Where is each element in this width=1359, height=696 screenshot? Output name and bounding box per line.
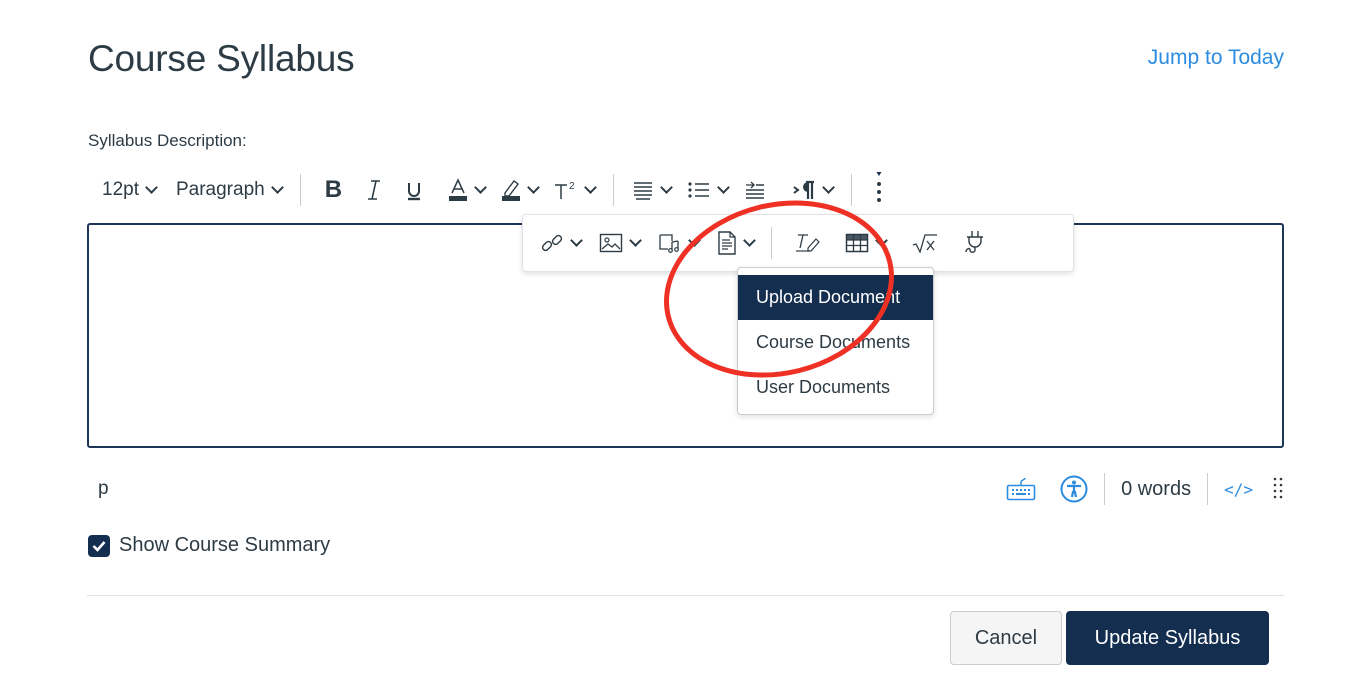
chevron-down-icon [527,181,540,194]
word-count: 0 words [1121,477,1192,500]
indent-icon [746,181,765,199]
block-format-dropdown[interactable]: Paragraph [170,172,288,208]
update-syllabus-button[interactable]: Update Syllabus [1066,611,1269,665]
syllabus-description-label: Syllabus Description: [88,131,247,150]
menu-item-upload-document[interactable]: Upload Document [738,275,933,320]
clear-formatting-button[interactable] [790,225,826,261]
keyboard-icon [1006,477,1036,501]
table-button[interactable] [840,225,891,261]
list-icon [688,182,710,198]
clear-formatting-icon [796,234,820,252]
superscript-button[interactable]: 2 [548,172,601,208]
media-icon [659,234,679,253]
plug-icon [965,231,983,253]
media-button[interactable] [653,225,704,261]
equation-button[interactable] [907,225,943,261]
underline-icon [408,183,421,201]
paragraph-direction-icon [793,180,815,199]
chevron-down-icon [584,181,597,194]
text-color-button[interactable] [442,172,491,208]
table-icon [845,233,869,253]
resize-handle[interactable] [1273,476,1283,502]
equation-icon [912,234,937,254]
apps-button[interactable] [959,225,991,261]
show-course-summary-label: Show Course Summary [119,534,331,556]
link-icon [541,234,563,252]
align-icon [634,182,653,200]
chevron-down-icon [270,181,284,194]
menu-item-user-documents[interactable]: User Documents [738,365,933,410]
chevron-down-icon [822,181,835,194]
more-vertical-icon [876,172,882,202]
document-button[interactable] [712,225,759,261]
toolbar-separator [771,227,772,259]
status-separator [1207,473,1209,505]
document-icon [718,231,736,255]
highlight-icon [502,180,521,201]
svg-text:2: 2 [569,181,575,192]
more-toolbar-button[interactable] [864,172,894,208]
overflow-toolbar [522,214,1074,272]
link-button[interactable] [535,225,586,261]
chevron-down-icon [570,234,583,247]
highlight-button[interactable] [495,172,544,208]
chevron-down-icon [474,181,487,194]
status-separator [1104,473,1106,505]
toolbar-separator [299,174,301,206]
image-icon [599,233,623,253]
bold-icon: B [324,176,343,203]
jump-to-today-link[interactable]: Jump to Today [1148,46,1284,70]
font-size-dropdown[interactable]: 12pt [96,172,162,208]
toolbar-separator [851,174,853,206]
italic-button[interactable] [354,172,394,208]
chevron-down-icon [717,181,730,194]
italic-icon [368,180,381,200]
drag-handle-icon [1273,477,1283,499]
checkmark-icon [92,540,106,552]
chevron-down-icon [145,181,158,194]
keyboard-shortcuts-button[interactable] [1006,477,1036,501]
chevron-down-icon [688,234,701,247]
text-color-icon [449,178,468,201]
html-editor-toggle[interactable]: </> [1224,480,1253,499]
show-course-summary-checkbox[interactable] [88,534,110,557]
font-size-value: 12pt [102,179,139,200]
editor-toolbar: 12pt Paragraph B 2 [96,170,894,210]
form-divider [87,595,1284,596]
chevron-down-icon [743,234,756,247]
underline-button[interactable] [394,172,434,208]
accessibility-checker-button[interactable] [1060,475,1088,503]
chevron-down-icon [629,234,642,247]
page-title: Course Syllabus [88,38,355,79]
bold-button[interactable]: B [313,172,354,208]
toolbar-separator [613,174,615,206]
superscript-icon: 2 [555,181,575,199]
align-button[interactable] [626,172,677,208]
paragraph-direction-button[interactable] [786,172,839,208]
element-path[interactable]: p [98,478,109,500]
indent-button[interactable] [738,172,772,208]
document-menu: Upload Document Course Documents User Do… [737,267,934,415]
chevron-down-icon [875,234,888,247]
list-button[interactable] [681,172,734,208]
cancel-button[interactable]: Cancel [950,611,1062,665]
block-format-value: Paragraph [175,179,265,200]
menu-item-course-documents[interactable]: Course Documents [738,320,933,365]
chevron-down-icon [660,181,673,194]
show-course-summary-option[interactable]: Show Course Summary [88,534,330,557]
accessibility-icon [1060,475,1088,503]
image-button[interactable] [594,225,645,261]
statusbar-controls: 0 words </> [1006,470,1283,508]
